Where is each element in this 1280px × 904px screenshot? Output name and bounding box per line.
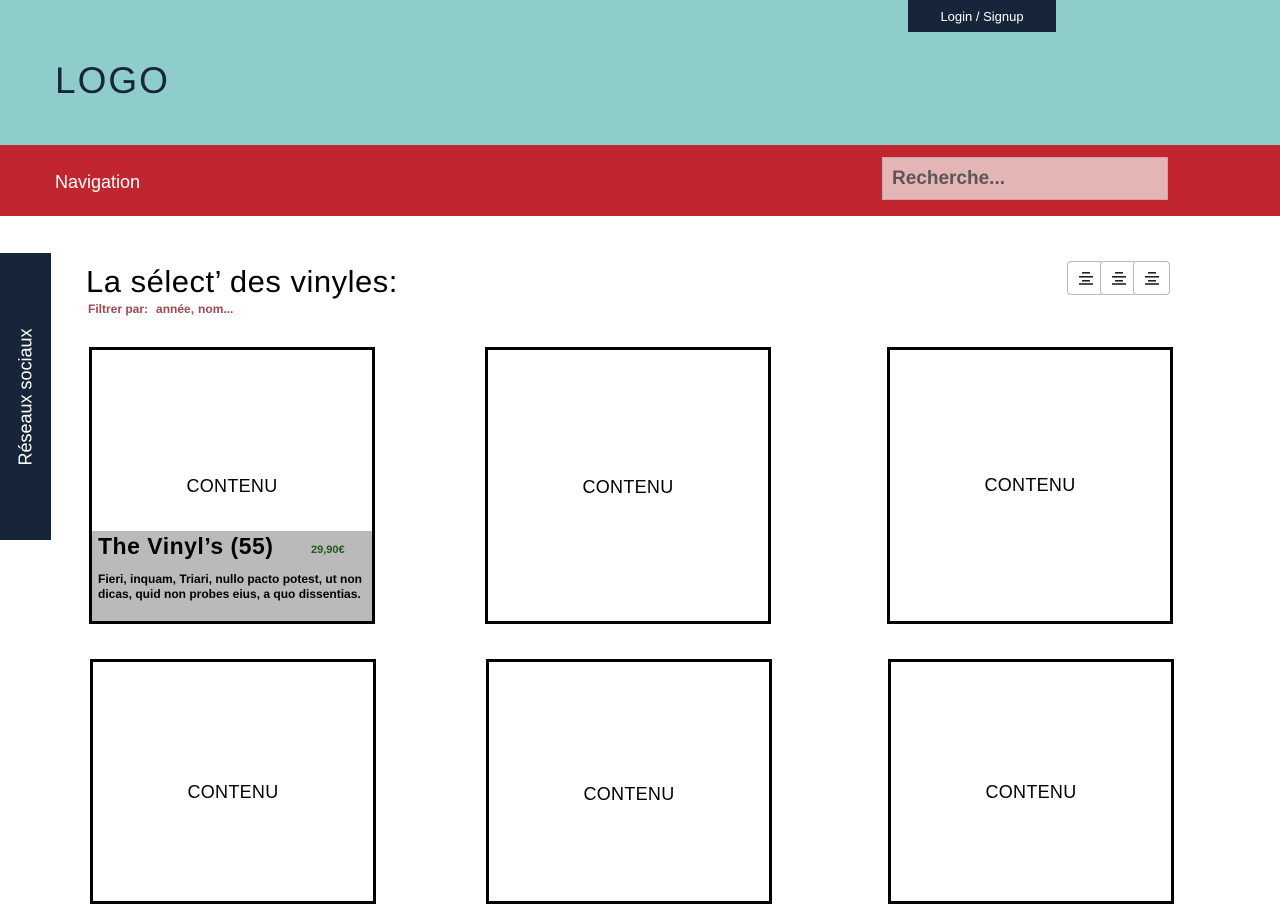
vinyl-card[interactable]: CONTENU <box>888 659 1174 904</box>
card-content: CONTENU <box>583 784 675 804</box>
align-center-icon <box>1144 272 1159 285</box>
vinyl-card[interactable]: CONTENU <box>90 659 376 904</box>
navigation-menu[interactable]: Navigation <box>55 172 140 193</box>
filter-option-name[interactable]: nom... <box>198 302 233 316</box>
card-content: CONTENU <box>187 782 279 802</box>
view-toggle-button-2[interactable] <box>1100 261 1137 295</box>
card-content: CONTENU <box>186 476 278 496</box>
social-networks-label: Réseaux sociaux <box>15 327 35 466</box>
card-info-panel: The Vinyl’s (55) 29,90€ Fieri, inquam, T… <box>92 531 372 621</box>
page-title: La sélect’ des vinyles: <box>86 264 398 299</box>
filter-label: Filtrer par: <box>88 302 149 316</box>
login-signup-button[interactable]: Login / Signup <box>908 0 1056 32</box>
filter-option-year[interactable]: année, <box>156 302 194 316</box>
align-center-icon <box>1078 272 1093 285</box>
card-price: 29,90€ <box>311 544 345 556</box>
card-description: Fieri, inquam, Triari, nullo pacto potes… <box>98 572 363 601</box>
filter-bar: Filtrer par: année, nom... <box>88 302 233 316</box>
card-title: The Vinyl’s (55) <box>98 533 274 559</box>
vinyl-card[interactable]: CONTENU <box>887 347 1173 624</box>
logo[interactable]: LOGO <box>55 60 170 102</box>
social-networks-tab[interactable]: Réseaux sociaux <box>0 253 51 540</box>
align-center-icon <box>1111 272 1126 285</box>
card-content: CONTENU <box>984 475 1076 495</box>
view-toggle-button-3[interactable] <box>1133 261 1170 295</box>
view-toggle-button-1[interactable] <box>1067 261 1104 295</box>
vinyl-card[interactable]: CONTENU <box>486 659 772 904</box>
search-input[interactable] <box>882 157 1168 200</box>
header: LOGO Login / Signup <box>0 0 1280 145</box>
vinyl-card[interactable]: CONTENU <box>485 347 771 624</box>
card-content: CONTENU <box>985 782 1077 802</box>
card-content: CONTENU <box>582 477 674 497</box>
vinyl-card[interactable]: CONTENU The Vinyl’s (55) 29,90€ Fieri, i… <box>89 347 375 624</box>
